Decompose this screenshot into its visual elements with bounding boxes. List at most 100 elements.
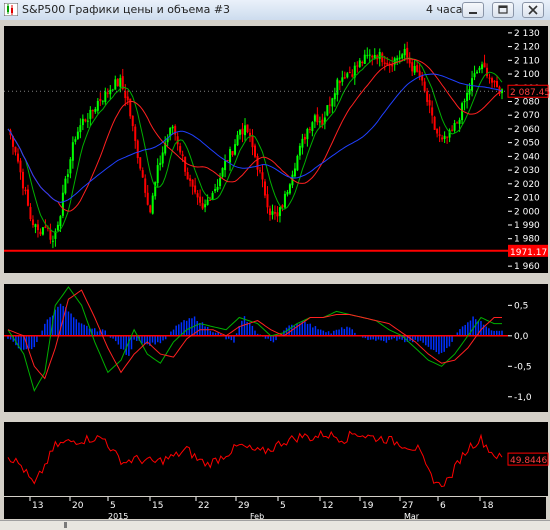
- price-candle-body: [219, 178, 222, 187]
- price-y-tick-label: 2 000: [514, 207, 540, 217]
- price-candle-body: [234, 144, 237, 155]
- price-candle-body: [308, 128, 311, 130]
- price-candle-body: [106, 92, 109, 94]
- price-candle-body: [336, 79, 339, 95]
- price-candle-body: [303, 137, 306, 140]
- price-candle-body: [398, 57, 401, 59]
- price-candle-body: [268, 208, 271, 216]
- price-candle-body: [221, 168, 224, 177]
- price-candle-body: [51, 240, 54, 242]
- price-candle-body: [476, 71, 479, 74]
- price-candle-body: [16, 153, 19, 162]
- price-y-tick-label: 2 020: [514, 180, 540, 190]
- price-candle-body: [89, 109, 92, 119]
- chart-area[interactable]: 2 1302 1202 1102 1002 0902 0802 0702 060…: [0, 20, 550, 520]
- price-candle-body: [433, 116, 436, 130]
- scroll-thumb[interactable]: [64, 522, 67, 528]
- price-candle-body: [318, 121, 321, 123]
- price-candle-body: [488, 77, 491, 79]
- title-bar[interactable]: S&P500 Графики цены и объема #3 4 часа: [0, 0, 550, 21]
- price-candle-body: [471, 78, 474, 91]
- price-candle-body: [56, 224, 59, 231]
- price-y-tick-label: 2 060: [514, 125, 540, 135]
- price-candle-body: [271, 211, 274, 215]
- price-candle-body: [273, 212, 276, 214]
- maximize-button[interactable]: [492, 2, 514, 18]
- price-candle-body: [21, 171, 24, 189]
- price-candle-body: [333, 93, 336, 100]
- price-candle-body: [99, 98, 102, 102]
- price-candle-body: [356, 65, 359, 67]
- price-candle-body: [196, 193, 199, 198]
- price-candle-body: [241, 128, 244, 135]
- price-candle-body: [286, 192, 289, 195]
- price-candle-body: [466, 92, 469, 101]
- x-day-label: 29: [238, 501, 250, 511]
- price-candle-body: [119, 78, 122, 87]
- price-candle-body: [423, 81, 426, 92]
- x-day-label: 5: [110, 501, 116, 511]
- price-candle-body: [86, 120, 89, 122]
- minimize-icon: [469, 12, 477, 14]
- price-candle-body: [306, 128, 309, 140]
- price-y-tick-label: 2 110: [514, 56, 540, 66]
- price-candle-body: [316, 114, 319, 123]
- price-candle-body: [458, 119, 461, 124]
- price-candle-body: [29, 207, 32, 220]
- price-candle-body: [251, 135, 254, 148]
- price-candle-body: [348, 72, 351, 74]
- x-day-label: 6: [440, 501, 446, 511]
- price-candle-body: [146, 192, 149, 205]
- minimize-button[interactable]: [462, 2, 484, 18]
- price-candle-body: [249, 132, 252, 136]
- osc-y-tick-label: 0,0: [514, 332, 529, 342]
- price-candle-body: [391, 64, 394, 67]
- price-candle-body: [481, 64, 484, 70]
- price-y-tick-label: 2 130: [514, 29, 540, 39]
- price-candle-body: [216, 186, 219, 191]
- price-candle-body: [126, 96, 129, 101]
- price-candle-body: [378, 52, 381, 59]
- x-day-label: 22: [198, 501, 209, 511]
- price-candle-body: [84, 119, 87, 122]
- price-candle-body: [461, 103, 464, 121]
- price-candle-body: [381, 53, 384, 63]
- price-candle-body: [131, 115, 134, 127]
- price-y-tick-label: 2 120: [514, 43, 540, 53]
- price-candle-body: [206, 199, 209, 205]
- price-candle-body: [124, 91, 127, 98]
- x-day-label: 27: [402, 501, 413, 511]
- price-candle-body: [281, 205, 284, 208]
- price-candle-body: [61, 192, 64, 216]
- price-candle-body: [66, 174, 69, 177]
- timeframe-label: 4 часа: [426, 3, 463, 16]
- price-candle-body: [496, 81, 499, 88]
- price-candle-body: [338, 81, 341, 84]
- price-y-tick-label: 1 980: [514, 235, 540, 245]
- price-candle-body: [431, 107, 434, 116]
- close-icon: [528, 5, 538, 15]
- price-candle-body: [371, 55, 374, 58]
- window-title: S&P500 Графики цены и объема #3: [22, 3, 231, 16]
- price-candle-body: [343, 77, 346, 79]
- price-candle-body: [26, 189, 29, 206]
- price-candle-body: [351, 74, 354, 77]
- price-y-tick-label: 2 100: [514, 70, 540, 80]
- price-candle-body: [209, 199, 212, 201]
- price-candle-body: [176, 136, 179, 145]
- price-candle-body: [486, 67, 489, 77]
- price-candle-body: [428, 100, 431, 106]
- price-candle-body: [478, 67, 481, 71]
- x-month-label: Feb: [250, 512, 264, 520]
- price-candle-body: [386, 62, 389, 65]
- price-y-tick-label: 1 960: [514, 262, 540, 272]
- price-candle-body: [261, 172, 264, 180]
- price-candle-body: [298, 145, 301, 156]
- price-candle-body: [151, 195, 154, 214]
- x-day-label: 18: [482, 501, 494, 511]
- price-candle-body: [463, 100, 466, 103]
- close-button[interactable]: [522, 2, 544, 18]
- price-candle-body: [438, 134, 441, 136]
- lower-value-label: 49.8446: [510, 456, 547, 466]
- price-candle-body: [76, 131, 79, 139]
